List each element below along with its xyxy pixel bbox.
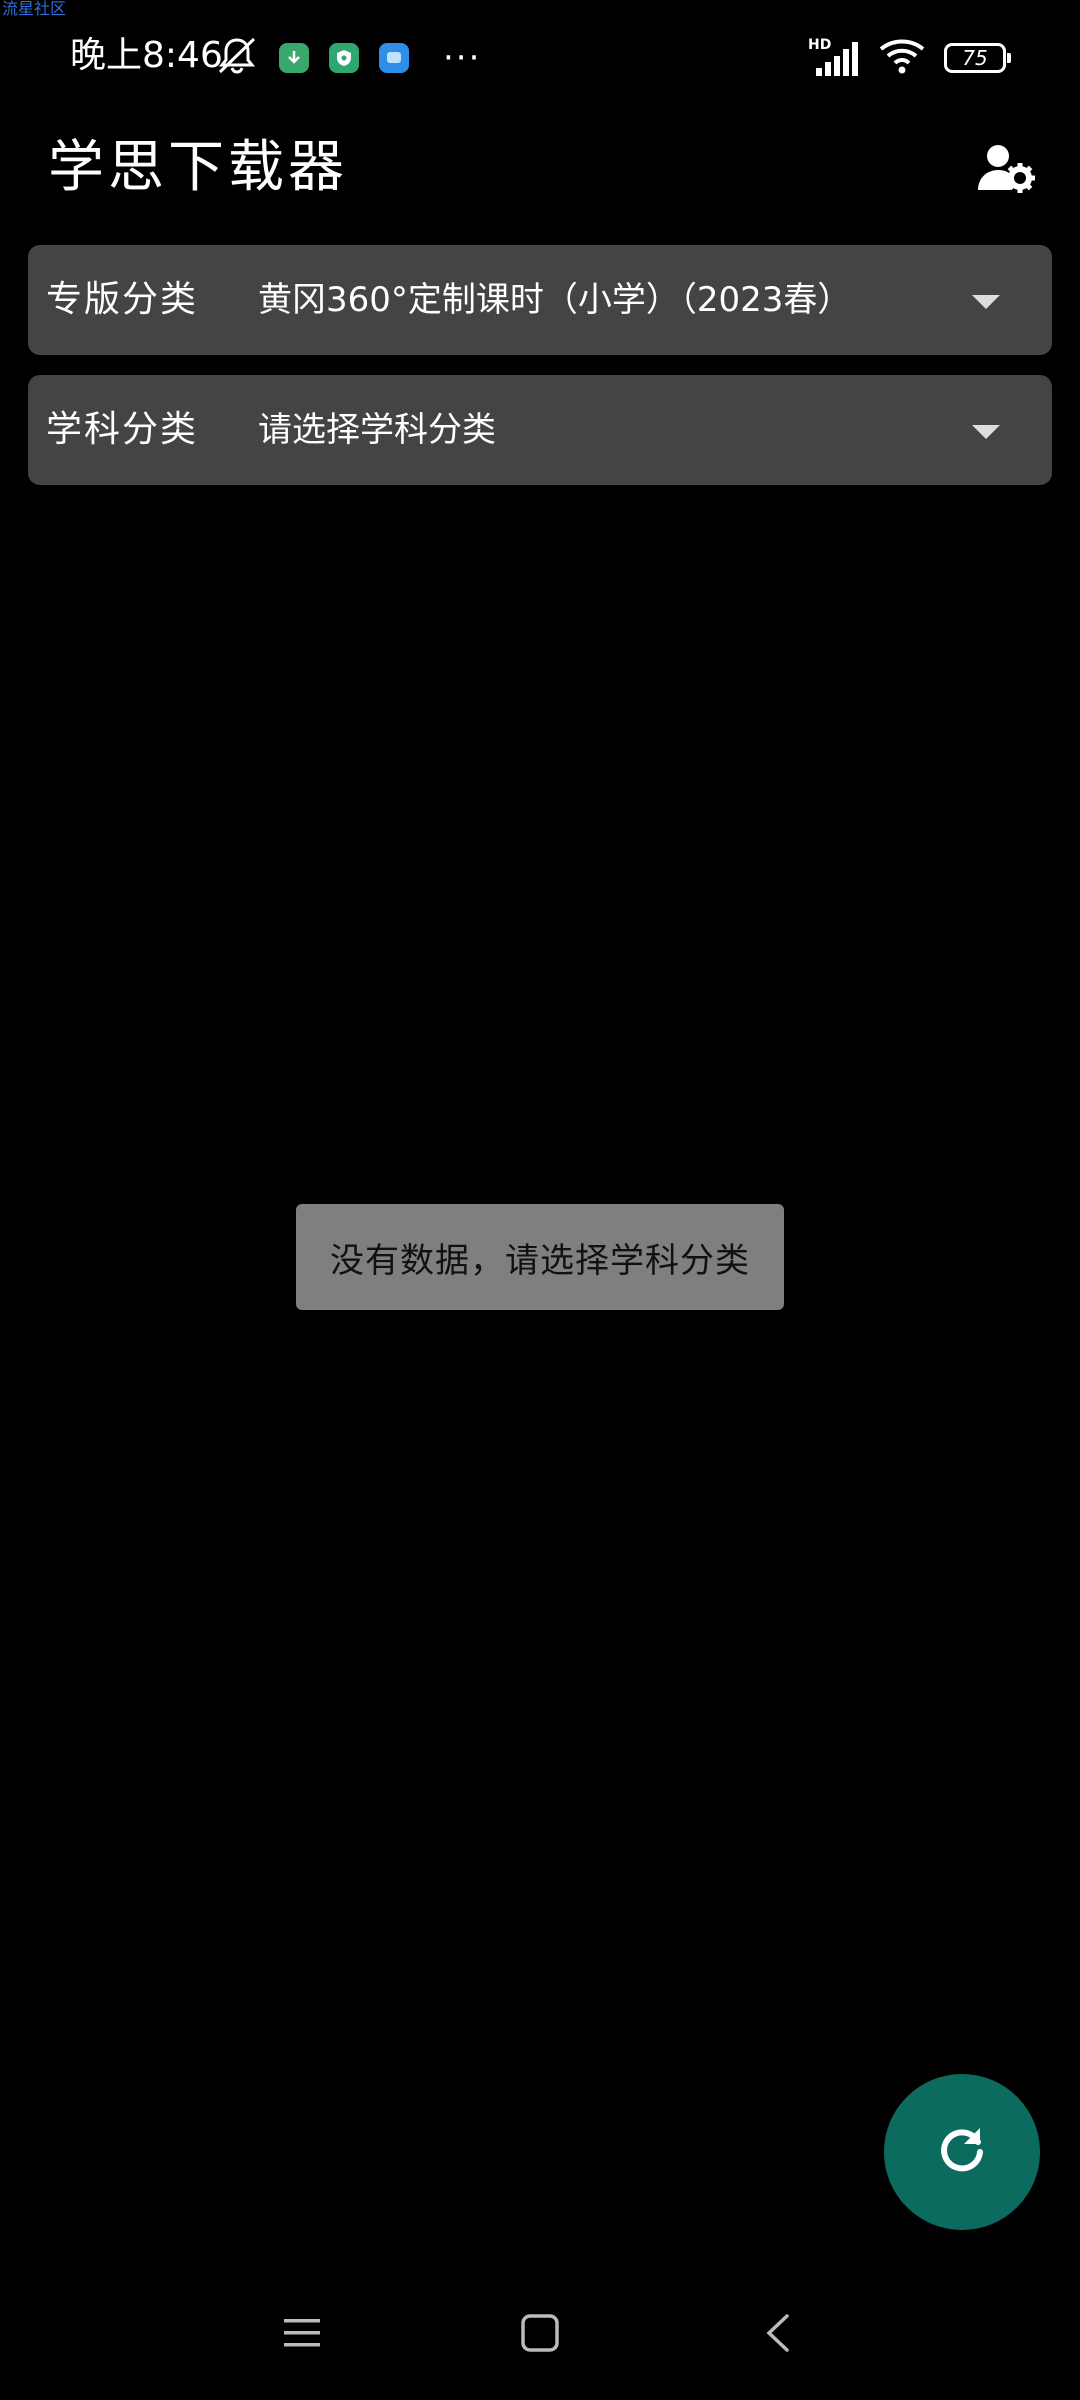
wifi-icon [878,37,926,79]
user-settings-icon [976,142,1036,198]
menu-icon [282,2315,322,2355]
user-settings-button[interactable] [974,138,1038,202]
status-bar: 晚上8:46 ··· HD 75 [0,0,1080,115]
subject-category-dropdown[interactable]: 学科分类 请选择学科分类 [28,375,1052,485]
back-chevron-icon [763,2313,793,2357]
nav-home-button[interactable] [510,2310,570,2360]
dropdown-arrow-icon [972,295,1000,309]
signal-icon: HD [808,38,860,78]
subject-category-value: 请选择学科分类 [258,410,496,450]
toast-message: 没有数据，请选择学科分类 [296,1204,784,1310]
message-app-icon [379,43,409,73]
edition-category-value: 黄冈360°定制课时（小学）（2023春） [258,280,852,320]
bell-muted-icon [215,36,259,80]
status-time: 晚上8:46 [70,35,223,76]
refresh-button[interactable] [884,2074,1040,2230]
status-notification-icons: ··· [215,36,482,80]
nav-recents-button[interactable] [272,2310,332,2360]
status-system-icons: HD 75 [808,34,1011,82]
edition-category-label: 专版分类 [46,279,199,320]
subject-category-label: 学科分类 [46,409,199,450]
nav-back-button[interactable] [748,2310,808,2360]
battery-icon: 75 [944,43,1011,73]
download-app-icon [279,43,309,73]
dropdown-arrow-icon [972,425,1000,439]
shield-app-icon [329,43,359,73]
edition-category-dropdown[interactable]: 专版分类 黄冈360°定制课时（小学）（2023春） [28,245,1052,355]
more-notifications-icon: ··· [443,38,482,78]
refresh-icon [934,2122,990,2182]
battery-level: 75 [962,46,988,70]
home-square-icon [520,2313,560,2357]
app-title: 学思下载器 [48,135,348,200]
system-navigation-bar [0,2290,1080,2380]
